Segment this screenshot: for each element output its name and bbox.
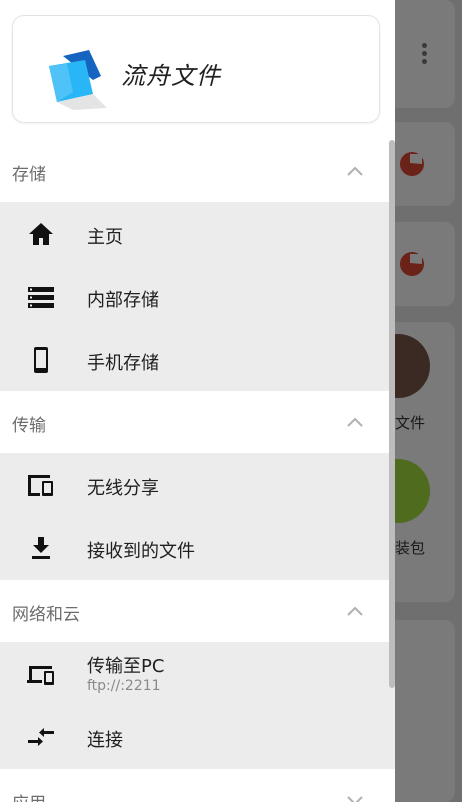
section-title: 应用 bbox=[12, 789, 46, 802]
section-transfer[interactable]: 传输 bbox=[0, 391, 395, 453]
section-title: 存储 bbox=[12, 165, 46, 185]
nav-item-label: 手机存储 bbox=[87, 353, 159, 374]
app-title: 流舟文件 bbox=[121, 62, 221, 90]
nav-item-label: 接收到的文件 bbox=[87, 541, 195, 562]
swap-icon bbox=[28, 728, 54, 746]
nav-item-label: 连接 bbox=[87, 730, 123, 751]
background-label: 装包 bbox=[395, 539, 426, 557]
chevron-up-icon[interactable] bbox=[346, 415, 364, 429]
chevron-up-icon[interactable] bbox=[346, 164, 364, 178]
nav-item-transfer-to-pc[interactable]: 传输至PC ftp://:2211 bbox=[0, 642, 395, 705]
more-icon[interactable] bbox=[420, 42, 428, 64]
phone-icon bbox=[34, 347, 48, 373]
nav-item-label: 内部存储 bbox=[87, 290, 159, 311]
section-title: 网络和云 bbox=[12, 605, 80, 625]
storage-group: 主页 内部存储 手机存储 bbox=[0, 202, 395, 391]
navigation-drawer: 流舟文件 存储 主页 内部存储 手机存储 传输 无线分享 接收到的文件 网络和云… bbox=[0, 0, 395, 802]
download-icon bbox=[32, 537, 50, 559]
nav-item-phone-storage[interactable]: 手机存储 bbox=[0, 328, 395, 391]
nav-item-wireless-share[interactable]: 无线分享 bbox=[0, 453, 395, 516]
nav-item-received-files[interactable]: 接收到的文件 bbox=[0, 516, 395, 579]
app-logo-icon bbox=[49, 50, 107, 110]
app-header-card: 流舟文件 bbox=[12, 15, 380, 123]
nav-item-internal-storage[interactable]: 内部存储 bbox=[0, 265, 395, 328]
scrollbar[interactable] bbox=[389, 140, 395, 688]
nav-item-label: 传输至PC bbox=[87, 656, 165, 677]
network-group: 传输至PC ftp://:2211 连接 bbox=[0, 642, 395, 769]
nav-item-label: 主页 bbox=[87, 227, 123, 248]
section-apps[interactable]: 应用 bbox=[0, 769, 395, 802]
chevron-down-icon[interactable] bbox=[346, 793, 364, 802]
transfer-group: 无线分享 接收到的文件 bbox=[0, 453, 395, 580]
background-label: 文件 bbox=[395, 414, 426, 432]
nav-item-connect[interactable]: 连接 bbox=[0, 705, 395, 768]
background-card bbox=[395, 620, 455, 802]
section-network[interactable]: 网络和云 bbox=[0, 580, 395, 642]
nav-item-subtitle: ftp://:2211 bbox=[87, 678, 161, 694]
nav-item-home[interactable]: 主页 bbox=[0, 202, 395, 265]
pie-chart-icon bbox=[400, 252, 424, 276]
computer-icon bbox=[27, 666, 54, 685]
home-icon bbox=[29, 223, 53, 245]
section-storage[interactable]: 存储 bbox=[0, 140, 395, 202]
nav-item-label: 无线分享 bbox=[87, 478, 159, 499]
section-title: 传输 bbox=[12, 416, 46, 436]
pie-chart-icon bbox=[400, 152, 424, 176]
devices-icon bbox=[28, 475, 53, 496]
chevron-up-icon[interactable] bbox=[346, 604, 364, 618]
storage-icon bbox=[28, 287, 54, 308]
